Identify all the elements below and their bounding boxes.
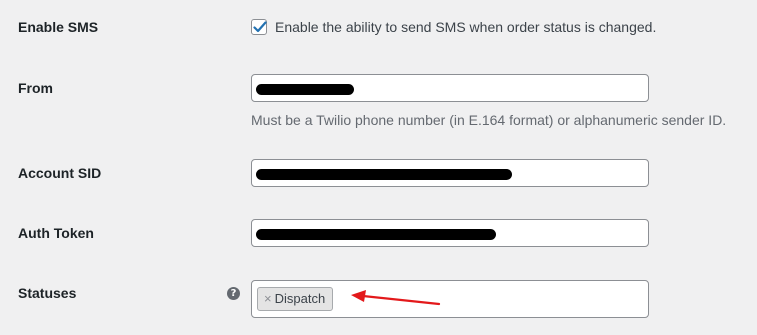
status-chip-dispatch: × Dispatch <box>257 287 334 311</box>
question-circle-icon[interactable]: ? <box>227 287 240 300</box>
enable-sms-label: Enable SMS <box>18 19 99 35</box>
account-sid-label: Account SID <box>18 165 102 181</box>
auth-token-label: Auth Token <box>18 225 94 241</box>
redaction-mark <box>256 84 354 95</box>
checkmark-icon <box>253 21 267 33</box>
annotation-arrow-icon <box>351 290 441 306</box>
statuses-label: Statuses <box>18 285 77 301</box>
remove-chip-icon[interactable]: × <box>264 291 272 306</box>
enable-sms-checkbox-text[interactable]: Enable the ability to send SMS when orde… <box>275 17 656 37</box>
status-chip-label: Dispatch <box>274 291 326 306</box>
from-input[interactable] <box>251 74 649 102</box>
account-sid-input[interactable] <box>251 159 649 187</box>
auth-token-input[interactable] <box>251 219 649 247</box>
statuses-multiselect[interactable]: × Dispatch <box>251 280 649 318</box>
from-label: From <box>18 80 53 96</box>
from-description: Must be a Twilio phone number (in E.164 … <box>251 112 727 128</box>
enable-sms-checkbox[interactable] <box>251 19 267 35</box>
redaction-mark <box>256 229 496 240</box>
redaction-mark <box>256 169 512 180</box>
